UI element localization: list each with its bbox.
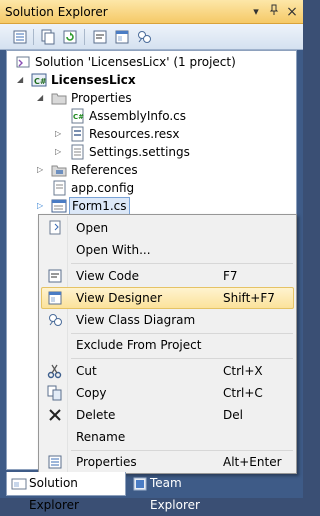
menu-item-label: Copy — [76, 386, 107, 400]
tree-item-label: Properties — [71, 91, 132, 105]
expand-arrow-icon[interactable]: ▷ — [55, 129, 65, 139]
menu-item-label: View Class Diagram — [76, 313, 196, 327]
menu-item-cut[interactable]: Cut Ctrl+X — [41, 360, 294, 382]
window-title: Solution Explorer — [5, 5, 108, 19]
tree-item-label: References — [71, 163, 138, 177]
tree-item-properties[interactable]: ◢ Properties — [37, 89, 287, 107]
tree-item-label: app.config — [71, 181, 135, 195]
tree-item-solution[interactable]: Solution 'LicensesLicx' (1 project) — [15, 53, 295, 71]
csharp-file-icon: C# — [69, 108, 85, 124]
menu-item-view-class-diagram[interactable]: View Class Diagram — [41, 309, 294, 331]
class-diagram-icon[interactable] — [136, 29, 152, 45]
bottom-tab-strip: Solution Explorer Team Explorer — [0, 470, 303, 512]
menu-item-view-code[interactable]: View Code F7 — [41, 265, 294, 287]
folder-icon — [51, 90, 67, 106]
menu-separator — [71, 358, 293, 359]
menu-item-delete[interactable]: Delete Del — [41, 404, 294, 426]
tree-item-settings[interactable]: ▷ Settings.settings — [55, 143, 285, 161]
menu-shortcut: Ctrl+X — [223, 364, 263, 378]
menu-item-open-with[interactable]: Open With... — [41, 239, 294, 261]
tab-label: Solution Explorer — [29, 476, 79, 512]
config-file-icon — [51, 180, 67, 196]
menu-item-view-designer[interactable]: View Designer Shift+F7 — [41, 287, 294, 309]
toolbar — [0, 24, 303, 50]
properties-icon — [47, 454, 63, 470]
collapse-arrow-icon[interactable]: ◢ — [37, 93, 47, 103]
menu-shortcut: F7 — [223, 269, 238, 283]
csharp-project-icon: C# — [31, 72, 47, 88]
menu-item-label: Open — [76, 221, 109, 235]
pushpin-icon[interactable] — [266, 4, 282, 20]
menu-shortcut: Shift+F7 — [223, 291, 275, 305]
tree-item-label: Form1.cs — [69, 197, 130, 215]
tree-item-label: Resources.resx — [89, 127, 180, 141]
menu-separator — [71, 263, 293, 264]
menu-shortcut: Ctrl+C — [223, 386, 263, 400]
refresh-icon[interactable] — [62, 29, 78, 45]
scissors-icon — [47, 363, 63, 379]
toolbar-separator — [33, 29, 34, 45]
menu-item-label: Open With... — [76, 243, 151, 257]
settings-file-icon — [69, 144, 85, 160]
collapse-arrow-icon[interactable]: ◢ — [17, 75, 27, 85]
menu-item-rename[interactable]: Rename — [41, 426, 294, 448]
references-icon — [51, 162, 67, 178]
form-file-icon — [51, 198, 67, 214]
tab-solution-explorer[interactable]: Solution Explorer — [6, 472, 126, 512]
tree-item-label: AssemblyInfo.cs — [89, 109, 187, 123]
solution-explorer-window: Solution Explorer ▾ × Solution 'Licenses… — [0, 0, 303, 512]
expand-arrow-icon[interactable]: ▷ — [37, 165, 47, 175]
menu-item-label: Cut — [76, 364, 97, 378]
menu-item-label: Delete — [76, 408, 116, 422]
tree-item-label: LicensesLicx — [51, 73, 136, 87]
context-menu: Open Open With... View Code F7 View Desi… — [38, 214, 297, 474]
view-code-icon[interactable] — [92, 29, 108, 45]
tree-item-references[interactable]: ▷ References — [37, 161, 287, 179]
menu-shortcut: Del — [223, 408, 243, 422]
tree-item-assemblyinfo[interactable]: C# AssemblyInfo.cs — [69, 107, 289, 125]
menu-item-copy[interactable]: Copy Ctrl+C — [41, 382, 294, 404]
copy-icon — [47, 385, 63, 401]
solution-explorer-icon — [11, 476, 27, 492]
tab-team-explorer[interactable]: Team Explorer — [128, 472, 238, 512]
menu-item-label: Rename — [76, 430, 126, 444]
tree-item-form1[interactable]: ▷ Form1.cs — [37, 197, 130, 215]
svg-text:C#: C# — [73, 113, 84, 121]
view-designer-icon — [47, 290, 63, 306]
show-all-files-icon[interactable] — [40, 29, 56, 45]
resource-file-icon — [69, 126, 85, 142]
team-explorer-icon — [132, 476, 148, 492]
expand-arrow-icon[interactable]: ▷ — [37, 201, 47, 211]
menu-item-label: View Designer — [76, 291, 163, 305]
delete-icon — [47, 407, 63, 423]
properties-icon[interactable] — [12, 29, 28, 45]
tree-item-label: Settings.settings — [89, 145, 190, 159]
view-designer-icon[interactable] — [114, 29, 130, 45]
menu-item-exclude[interactable]: Exclude From Project — [41, 334, 294, 356]
menu-item-open[interactable]: Open — [41, 217, 294, 239]
view-code-icon — [47, 268, 63, 284]
menu-item-label: View Code — [76, 269, 140, 283]
tree-item-resources[interactable]: ▷ Resources.resx — [55, 125, 285, 143]
title-bar[interactable]: Solution Explorer ▾ × — [0, 0, 303, 24]
tree-item-label: Solution 'LicensesLicx' (1 project) — [35, 55, 236, 69]
tree-item-project[interactable]: ◢ C# LicensesLicx — [17, 71, 287, 89]
tree-item-app-config[interactable]: app.config — [51, 179, 287, 197]
expand-arrow-icon[interactable]: ▷ — [55, 147, 65, 157]
svg-text:C#: C# — [34, 77, 47, 86]
dropdown-icon[interactable]: ▾ — [248, 4, 264, 20]
close-icon[interactable]: × — [284, 4, 300, 20]
class-diagram-icon — [47, 312, 63, 328]
toolbar-separator — [84, 29, 85, 45]
tab-label: Team Explorer — [150, 476, 200, 512]
solution-icon — [15, 54, 31, 70]
open-file-icon — [47, 220, 63, 236]
menu-item-label: Exclude From Project — [76, 338, 202, 352]
